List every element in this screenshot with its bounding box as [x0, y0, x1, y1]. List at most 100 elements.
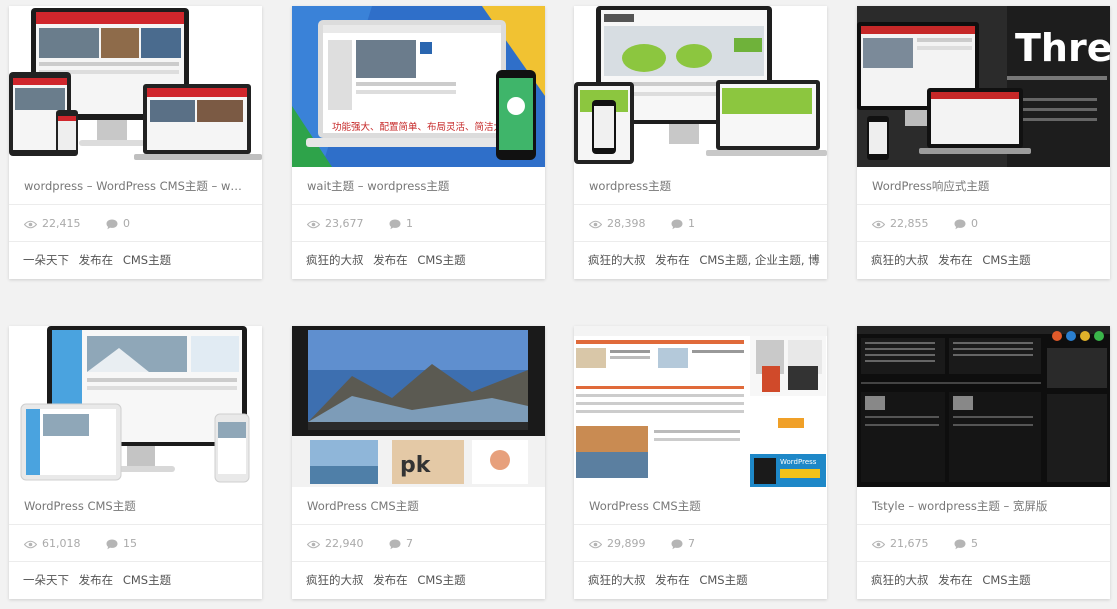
theme-card[interactable]: wordpress – WordPress CMS主题 – wor… 22,41… [9, 6, 262, 279]
tstyle-dark-theme-image [857, 326, 1110, 487]
theme-title[interactable]: WordPress CMS主题 [9, 487, 262, 525]
comment-bubble-icon [389, 219, 401, 229]
theme-stats: 22,415 0 [9, 206, 262, 242]
wait-theme-devices-image: 功能强大、配置简单、布局灵活、简洁大气 [292, 6, 545, 167]
theme-title[interactable]: wordpress主题 [574, 167, 827, 205]
theme-stats: 22,940 7 [292, 526, 545, 562]
author-link[interactable]: 疯狂的大叔 [871, 253, 929, 267]
author-link[interactable]: 疯狂的大叔 [306, 253, 364, 267]
comment-count: 15 [106, 526, 137, 562]
author-link[interactable]: 疯狂的大叔 [588, 253, 646, 267]
posted-in-label: 发布在 [655, 573, 690, 587]
theme-card[interactable]: pk WordPress CMS主题 22,940 7 疯狂的大叔 发布在 CM… [292, 326, 545, 599]
three-theme-devices-image: Three [857, 6, 1110, 167]
mag-theme-screens-image [9, 6, 262, 167]
thumb-logo-text: Three [1015, 26, 1110, 70]
theme-thumbnail[interactable]: pk [292, 326, 545, 487]
posted-in-label: 发布在 [78, 573, 114, 587]
comment-bubble-icon [954, 219, 966, 229]
theme-thumbnail[interactable] [857, 326, 1110, 487]
author-link[interactable]: 疯狂的大叔 [871, 573, 929, 587]
theme-title[interactable]: wait主题 – wordpress主题 [292, 167, 545, 205]
comment-count: 0 [106, 206, 130, 242]
category-link[interactable]: CMS主题 [123, 253, 171, 267]
comment-bubble-icon [671, 219, 683, 229]
category-link[interactable]: CMS主题, 企业主题, 博 [699, 253, 819, 267]
theme-stats: 28,398 1 [574, 206, 827, 242]
eye-icon [589, 540, 602, 548]
view-count: 21,675 [872, 526, 929, 562]
theme-meta: 一朵天下 发布在 CMS主题 [9, 562, 262, 599]
thumb-ad-text: WordPress [780, 458, 817, 466]
eye-icon [24, 220, 37, 228]
theme-card[interactable]: Three WordPress响应式主题 22,855 [857, 6, 1110, 279]
svg-text:pk: pk [400, 453, 432, 478]
theme-stats: 21,675 5 [857, 526, 1110, 562]
theme-thumbnail[interactable]: Three [857, 6, 1110, 167]
theme-thumbnail[interactable]: 功能强大、配置简单、布局灵活、简洁大气 [292, 6, 545, 167]
theme-thumbnail[interactable]: WordPress [574, 326, 827, 487]
view-count: 23,677 [307, 206, 364, 242]
theme-stats: 61,018 15 [9, 526, 262, 562]
comment-bubble-icon [389, 539, 401, 549]
view-count: 28,398 [589, 206, 646, 242]
category-link[interactable]: CMS主题 [982, 253, 1030, 267]
view-count: 61,018 [24, 526, 81, 562]
theme-card[interactable]: Tstyle – wordpress主题 – 宽屏版 21,675 5 疯狂的大… [857, 326, 1110, 599]
comment-bubble-icon [106, 219, 118, 229]
category-link[interactable]: CMS主题 [417, 573, 465, 587]
comment-count: 1 [389, 206, 413, 242]
eye-icon [872, 220, 885, 228]
theme-card[interactable]: wordpress主题 28,398 1 疯狂的大叔 发布在 CMS主题, 企业… [574, 6, 827, 279]
theme-meta: 疯狂的大叔 发布在 CMS主题 [292, 562, 545, 599]
view-count: 29,899 [589, 526, 646, 562]
comment-bubble-icon [954, 539, 966, 549]
landscape-theme-image: pk [292, 326, 545, 487]
theme-title[interactable]: WordPress CMS主题 [574, 487, 827, 525]
theme-stats: 22,855 0 [857, 206, 1110, 242]
author-link[interactable]: 疯狂的大叔 [588, 573, 646, 587]
theme-thumbnail[interactable] [574, 6, 827, 167]
category-link[interactable]: CMS主题 [699, 573, 747, 587]
comment-count: 7 [389, 526, 413, 562]
theme-title[interactable]: wordpress – WordPress CMS主题 – wor… [9, 167, 262, 205]
unik-theme-devices-image [574, 6, 827, 167]
category-link[interactable]: CMS主题 [417, 253, 465, 267]
comment-count: 7 [671, 526, 695, 562]
posted-in-label: 发布在 [373, 573, 408, 587]
view-count: 22,940 [307, 526, 364, 562]
theme-title[interactable]: WordPress CMS主题 [292, 487, 545, 525]
eye-icon [872, 540, 885, 548]
eye-icon [589, 220, 602, 228]
view-count: 22,855 [872, 206, 929, 242]
theme-meta: 疯狂的大叔 发布在 CMS主题 [857, 562, 1110, 599]
theme-meta: 疯狂的大叔 发布在 CMS主题 [857, 242, 1110, 279]
theme-title[interactable]: WordPress响应式主题 [857, 167, 1110, 205]
theme-title[interactable]: Tstyle – wordpress主题 – 宽屏版 [857, 487, 1110, 525]
theme-thumbnail[interactable] [9, 6, 262, 167]
eye-icon [24, 540, 37, 548]
author-link[interactable]: 一朵天下 [23, 573, 69, 587]
theme-meta: 疯狂的大叔 发布在 CMS主题 [292, 242, 545, 279]
posted-in-label: 发布在 [938, 573, 973, 587]
theme-meta: 疯狂的大叔 发布在 CMS主题 [574, 562, 827, 599]
theme-card[interactable]: WordPress WordPress CMS主题 29,899 7 疯狂的大叔… [574, 326, 827, 599]
posted-in-label: 发布在 [373, 253, 408, 267]
posted-in-label: 发布在 [938, 253, 973, 267]
theme-card[interactable]: WordPress CMS主题 61,018 15 一朵天下 发布在 CMS主题 [9, 326, 262, 599]
category-link[interactable]: CMS主题 [982, 573, 1030, 587]
theme-stats: 23,677 1 [292, 206, 545, 242]
comment-bubble-icon [106, 539, 118, 549]
posted-in-label: 发布在 [78, 253, 114, 267]
author-link[interactable]: 疯狂的大叔 [306, 573, 364, 587]
theme-meta: 疯狂的大叔 发布在 CMS主题, 企业主题, 博 [574, 242, 827, 279]
theme-card[interactable]: 功能强大、配置简单、布局灵活、简洁大气 wait主题 – wordpress主题… [292, 6, 545, 279]
theme-thumbnail[interactable] [9, 326, 262, 487]
author-link[interactable]: 一朵天下 [23, 253, 69, 267]
comment-count: 5 [954, 526, 978, 562]
category-link[interactable]: CMS主题 [123, 573, 171, 587]
eye-icon [307, 220, 320, 228]
theme-stats: 29,899 7 [574, 526, 827, 562]
sujingme-theme-devices-image [9, 326, 262, 487]
theme-meta: 一朵天下 发布在 CMS主题 [9, 242, 262, 279]
